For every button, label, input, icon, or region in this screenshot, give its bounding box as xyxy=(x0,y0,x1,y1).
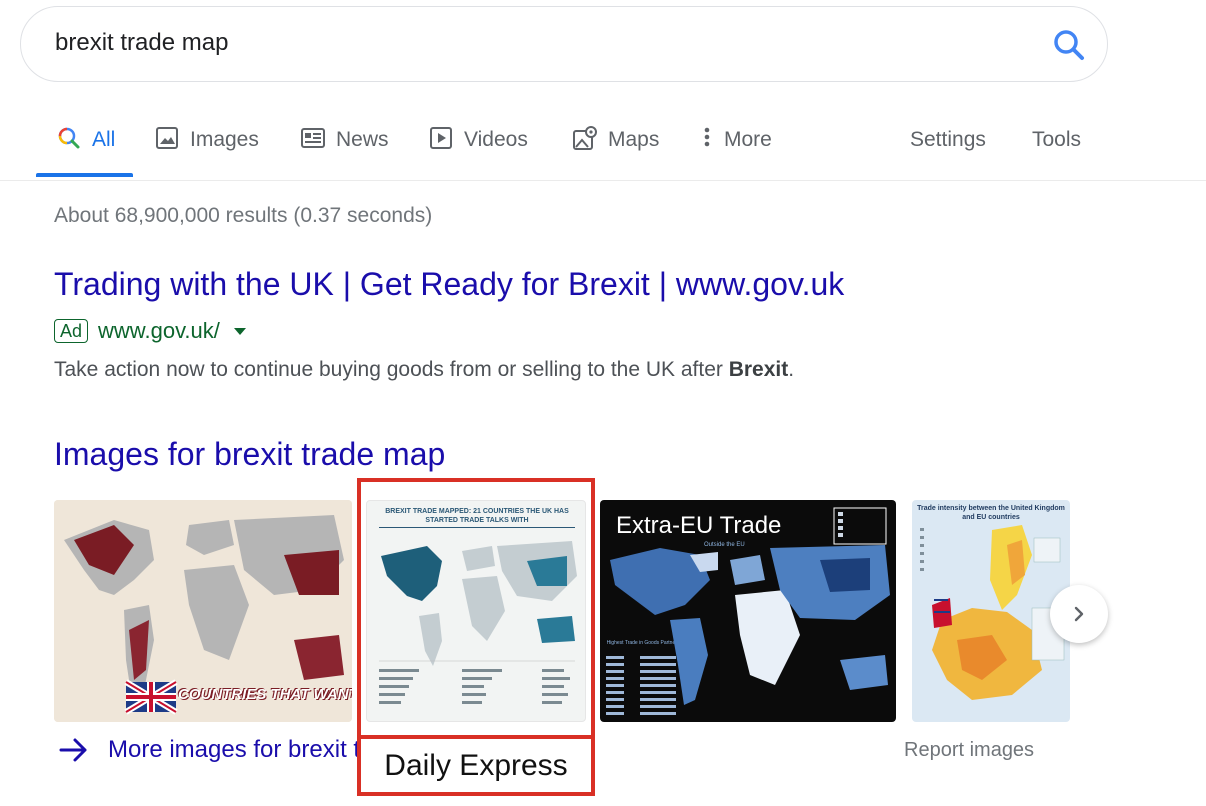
tab-images[interactable]: Images xyxy=(154,118,259,178)
tab-news[interactable]: News xyxy=(300,118,389,178)
tools-label: Tools xyxy=(1032,128,1082,151)
image-icon xyxy=(156,127,178,149)
video-icon xyxy=(430,127,452,149)
world-map-image xyxy=(379,541,577,704)
ad-description-end: . xyxy=(788,358,795,381)
ad-description: Take action now to continue buying goods… xyxy=(54,358,794,382)
image-thumbnail-4[interactable]: Trade intensity between the United Kingd… xyxy=(912,500,1070,722)
map-icon xyxy=(573,126,597,150)
chevron-right-icon xyxy=(1074,606,1084,622)
arrow-right-icon xyxy=(59,738,87,762)
dropdown-caret-icon[interactable] xyxy=(233,327,246,335)
ad-description-text: Take action now to continue buying goods… xyxy=(54,358,729,381)
tab-more[interactable]: More xyxy=(700,118,772,178)
tab-more-label: More xyxy=(724,128,772,151)
tab-maps-label: Maps xyxy=(608,128,660,151)
tab-videos[interactable]: Videos xyxy=(428,118,528,178)
carousel-next-button[interactable] xyxy=(1050,585,1108,643)
active-tab-indicator xyxy=(36,173,133,177)
europe-heat-map-image xyxy=(920,525,1065,700)
tab-news-label: News xyxy=(336,128,389,151)
search-icon xyxy=(1054,30,1084,60)
tab-all[interactable]: All xyxy=(56,118,115,178)
tab-maps[interactable]: Maps xyxy=(572,118,659,178)
image-thumbnail-3[interactable]: Extra-EU Trade Outside the EU Highest Tr… xyxy=(600,500,896,722)
search-tabs: All Images News Videos Maps More Setting… xyxy=(0,118,1206,181)
tab-images-label: Images xyxy=(190,128,259,151)
search-bar[interactable]: brexit trade map xyxy=(20,6,1108,82)
more-vert-icon xyxy=(704,127,710,147)
ad-url[interactable]: www.gov.uk/ xyxy=(98,318,220,344)
tab-settings[interactable]: Settings xyxy=(910,118,986,178)
world-map-dark-image xyxy=(606,507,890,715)
search-input[interactable]: brexit trade map xyxy=(55,29,228,57)
search-button[interactable] xyxy=(1049,25,1089,65)
report-images-link[interactable]: Report images xyxy=(904,739,1034,762)
search-icon xyxy=(58,127,80,149)
news-icon xyxy=(301,128,325,148)
union-jack-icon xyxy=(124,679,178,715)
image-thumbnail-2[interactable]: BREXIT TRADE MAPPED: 21 COUNTRIES THE UK… xyxy=(366,500,586,722)
images-section-heading[interactable]: Images for brexit trade map xyxy=(54,436,445,473)
tab-all-label: All xyxy=(92,128,116,151)
thumbnail-caption: COUNTRIES THAT WANT A DEA xyxy=(178,686,352,703)
ad-description-bold: Brexit xyxy=(728,358,789,381)
ad-url-row: Ad www.gov.uk/ xyxy=(54,318,246,344)
ad-badge: Ad xyxy=(54,319,89,343)
image-thumbnail-1[interactable]: COUNTRIES THAT WANT A DEA xyxy=(54,500,352,722)
tab-videos-label: Videos xyxy=(464,128,528,151)
image-source-label: Daily Express xyxy=(361,739,591,792)
ad-title-link[interactable]: Trading with the UK | Get Ready for Brex… xyxy=(54,266,844,303)
result-stats: About 68,900,000 results (0.37 seconds) xyxy=(54,204,433,227)
settings-label: Settings xyxy=(910,128,986,151)
tab-tools[interactable]: Tools xyxy=(1032,118,1081,178)
